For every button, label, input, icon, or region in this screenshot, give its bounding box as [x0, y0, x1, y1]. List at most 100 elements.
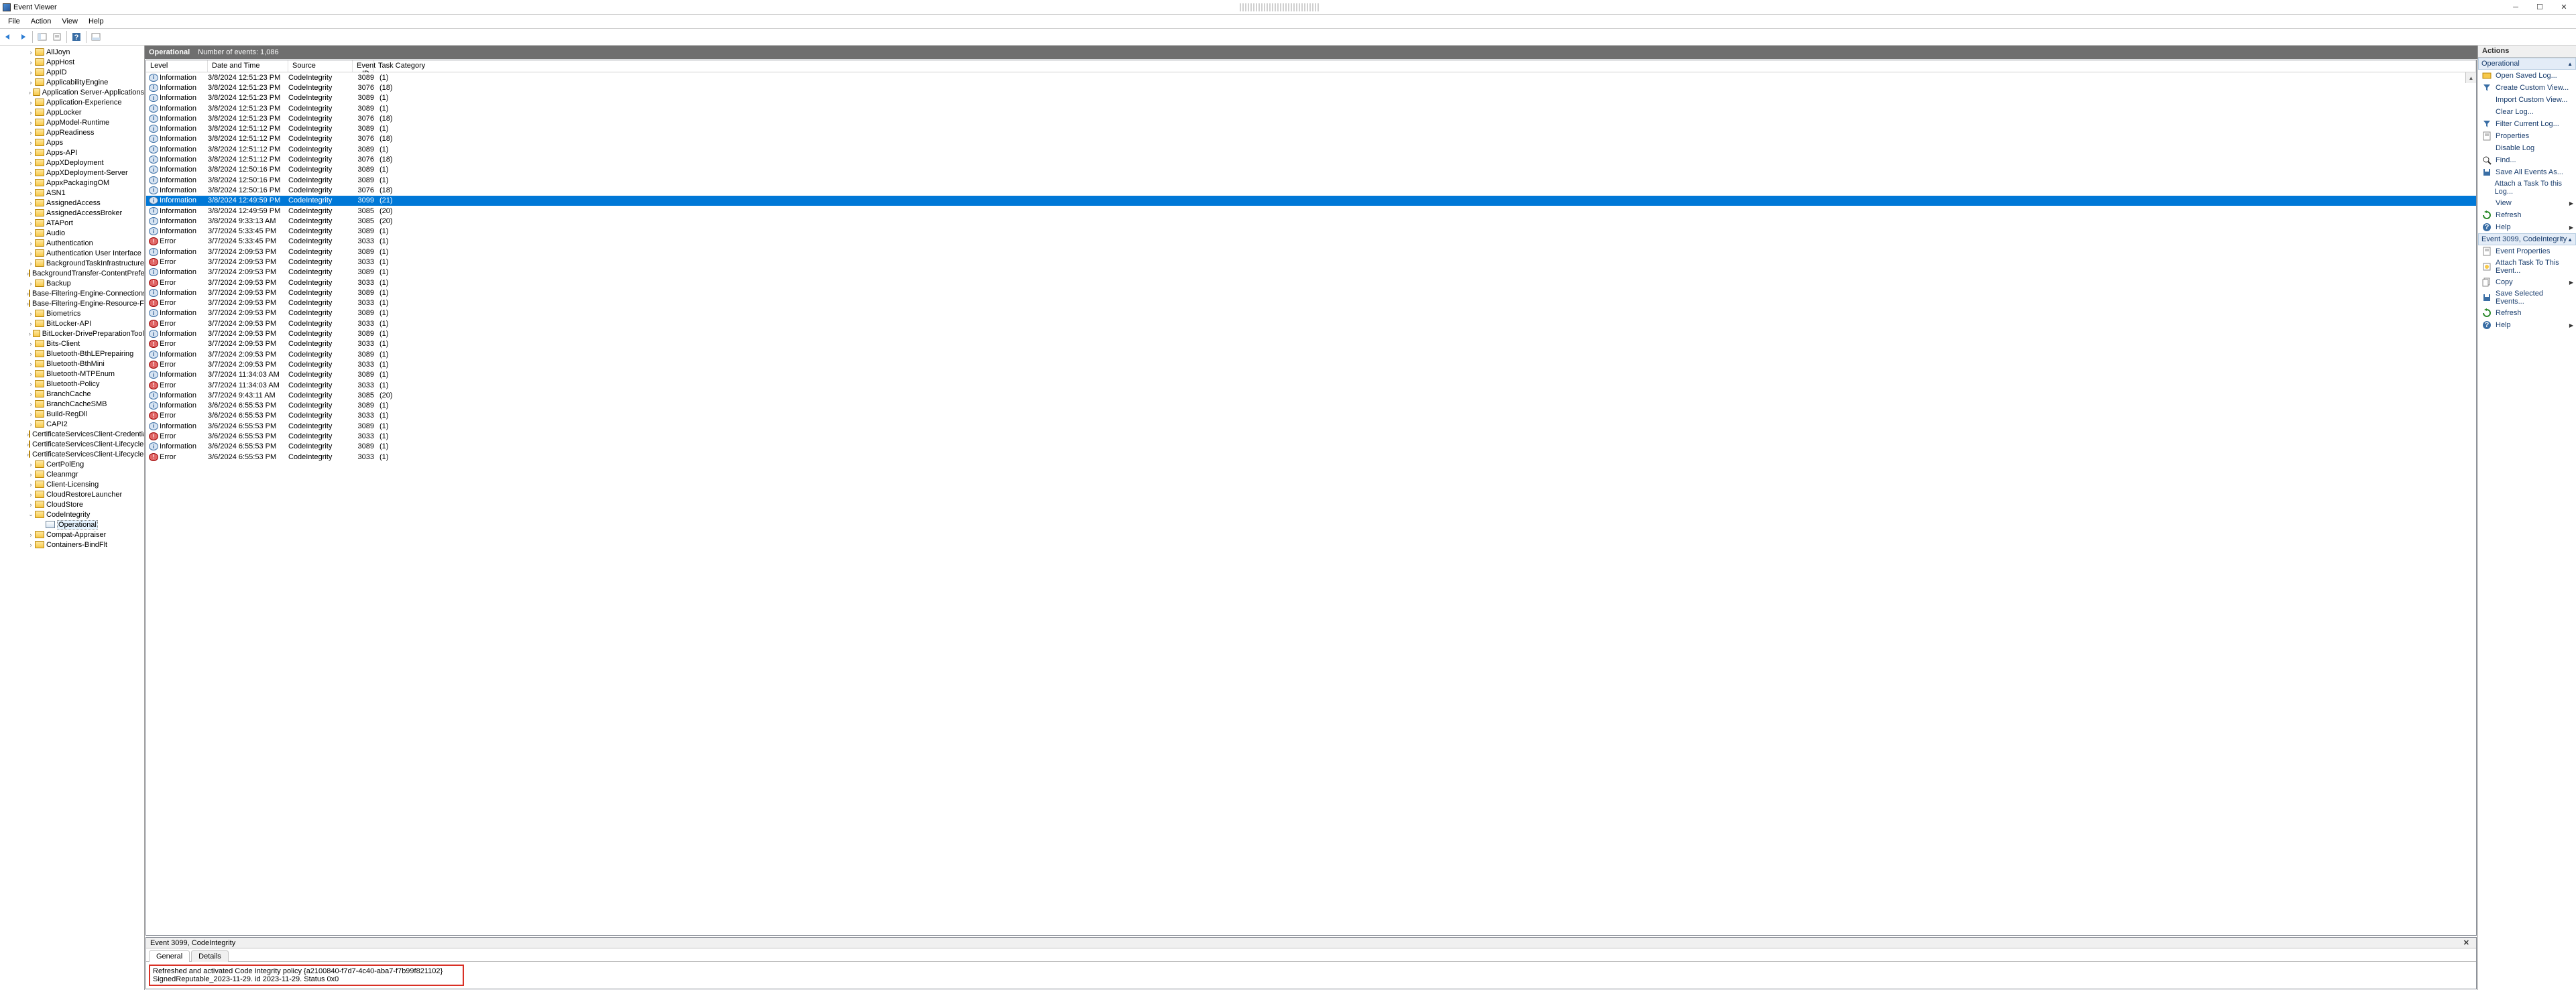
tree-item[interactable]: ›Application-Experience — [0, 97, 144, 107]
action-item[interactable]: Open Saved Log... — [2478, 70, 2576, 82]
tree-pane[interactable]: ›AllJoyn›AppHost›AppID›ApplicabilityEngi… — [0, 46, 145, 990]
chevron-right-icon[interactable]: › — [27, 381, 35, 387]
chevron-right-icon[interactable]: › — [27, 69, 35, 76]
properties-button[interactable] — [50, 30, 64, 44]
event-row[interactable]: iInformation3/7/2024 2:09:53 PMCodeInteg… — [146, 328, 2476, 338]
tree-item[interactable]: ›Authentication — [0, 238, 144, 248]
chevron-right-icon[interactable]: › — [27, 341, 35, 347]
event-row[interactable]: !Error3/7/2024 2:09:53 PMCodeIntegrity30… — [146, 318, 2476, 328]
tree-item[interactable]: ⌄CodeIntegrity — [0, 509, 144, 519]
chevron-right-icon[interactable]: › — [27, 170, 35, 176]
tree-item[interactable]: ›ASN1 — [0, 188, 144, 198]
tree-item[interactable]: ›AppxPackagingOM — [0, 178, 144, 188]
event-row[interactable]: !Error3/7/2024 2:09:53 PMCodeIntegrity30… — [146, 277, 2476, 288]
chevron-right-icon[interactable]: › — [27, 361, 35, 367]
chevron-right-icon[interactable]: › — [27, 160, 35, 166]
tree-item[interactable]: ›BranchCacheSMB — [0, 399, 144, 409]
chevron-right-icon[interactable]: › — [27, 220, 35, 227]
tree-item[interactable]: ›Base-Filtering-Engine-Connections — [0, 288, 144, 298]
tree-item[interactable]: ›BitLocker-DrivePreparationTool — [0, 328, 144, 338]
tree-item[interactable]: ›Cleanmgr — [0, 469, 144, 479]
back-button[interactable] — [1, 30, 15, 44]
chevron-right-icon[interactable]: › — [27, 330, 33, 337]
chevron-right-icon[interactable]: › — [27, 250, 35, 257]
chevron-right-icon[interactable]: › — [27, 240, 35, 247]
chevron-right-icon[interactable]: › — [27, 149, 35, 156]
action-item[interactable]: Refresh — [2478, 209, 2576, 221]
event-row[interactable]: iInformation3/8/2024 12:50:16 PMCodeInte… — [146, 185, 2476, 195]
tree-item[interactable]: ›Audio — [0, 228, 144, 238]
chevron-right-icon[interactable]: › — [27, 461, 35, 468]
chevron-right-icon[interactable]: › — [27, 180, 35, 186]
event-row[interactable]: iInformation3/8/2024 12:51:23 PMCodeInte… — [146, 113, 2476, 123]
maximize-button[interactable]: ☐ — [2528, 0, 2552, 15]
show-tree-button[interactable] — [36, 30, 49, 44]
event-row[interactable]: iInformation3/8/2024 12:51:23 PMCodeInte… — [146, 103, 2476, 113]
event-row[interactable]: iInformation3/7/2024 11:34:03 AMCodeInte… — [146, 370, 2476, 380]
event-row[interactable]: iInformation3/7/2024 2:09:53 PMCodeInteg… — [146, 247, 2476, 257]
chevron-right-icon[interactable]: › — [27, 421, 35, 428]
col-date[interactable]: Date and Time — [208, 60, 288, 72]
action-item[interactable]: Save Selected Events... — [2478, 288, 2576, 307]
tree-item[interactable]: ›Client-Licensing — [0, 479, 144, 489]
action-item[interactable]: ?Help▶ — [2478, 221, 2576, 233]
event-row[interactable]: !Error3/7/2024 2:09:53 PMCodeIntegrity30… — [146, 298, 2476, 308]
tree-item[interactable]: ›AppXDeployment — [0, 158, 144, 168]
tree-item[interactable]: ›Authentication User Interface — [0, 248, 144, 258]
chevron-right-icon[interactable]: › — [27, 280, 35, 287]
chevron-right-icon[interactable]: › — [27, 190, 35, 196]
chevron-right-icon[interactable]: › — [27, 59, 35, 66]
chevron-right-icon[interactable]: › — [27, 501, 35, 508]
event-row[interactable]: iInformation3/6/2024 6:55:53 PMCodeInteg… — [146, 442, 2476, 452]
tree-item[interactable]: ›AssignedAccess — [0, 198, 144, 208]
tree-item[interactable]: ›Bluetooth-BthMini — [0, 359, 144, 369]
preview-close-button[interactable]: ✕ — [2461, 938, 2472, 947]
event-row[interactable]: iInformation3/7/2024 2:09:53 PMCodeInteg… — [146, 288, 2476, 298]
chevron-right-icon[interactable]: › — [27, 391, 35, 397]
chevron-right-icon[interactable]: › — [27, 200, 35, 206]
forward-button[interactable] — [16, 30, 30, 44]
tree-item[interactable]: Operational — [0, 519, 144, 530]
chevron-right-icon[interactable]: › — [27, 401, 35, 408]
chevron-right-icon[interactable]: › — [27, 230, 35, 237]
tab-general[interactable]: General — [149, 950, 190, 962]
tree-item[interactable]: ›Compat-Appraiser — [0, 530, 144, 540]
action-item[interactable]: Copy▶ — [2478, 276, 2576, 288]
event-row[interactable]: !Error3/7/2024 2:09:53 PMCodeIntegrity30… — [146, 339, 2476, 349]
chevron-right-icon[interactable]: › — [27, 491, 35, 498]
tree-item[interactable]: ›Biometrics — [0, 308, 144, 318]
chevron-right-icon[interactable]: › — [27, 89, 33, 96]
menu-help[interactable]: Help — [83, 16, 109, 27]
event-row[interactable]: iInformation3/8/2024 12:51:23 PMCodeInte… — [146, 93, 2476, 103]
event-row[interactable]: iInformation3/8/2024 12:51:23 PMCodeInte… — [146, 72, 2476, 82]
close-button[interactable]: ✕ — [2552, 0, 2576, 15]
tree-item[interactable]: ›Containers-BindFlt — [0, 540, 144, 550]
tree-item[interactable]: ›Bluetooth-MTPEnum — [0, 369, 144, 379]
chevron-right-icon[interactable]: › — [27, 129, 35, 136]
action-item[interactable]: Save All Events As... — [2478, 166, 2576, 178]
chevron-right-icon[interactable]: › — [27, 411, 35, 418]
tree-item[interactable]: ›BitLocker-API — [0, 318, 144, 328]
event-row[interactable]: iInformation3/7/2024 2:09:53 PMCodeInteg… — [146, 308, 2476, 318]
event-row[interactable]: iInformation3/8/2024 9:33:13 AMCodeInteg… — [146, 216, 2476, 226]
tree-item[interactable]: ›Bits-Client — [0, 338, 144, 349]
event-rows[interactable]: iInformation3/8/2024 12:51:23 PMCodeInte… — [146, 72, 2476, 935]
event-row[interactable]: iInformation3/8/2024 12:50:16 PMCodeInte… — [146, 175, 2476, 185]
tree-item[interactable]: ›BranchCache — [0, 389, 144, 399]
actions-section-event[interactable]: Event 3099, CodeIntegrity▲ — [2478, 233, 2576, 245]
event-row[interactable]: iInformation3/8/2024 12:51:12 PMCodeInte… — [146, 154, 2476, 164]
chevron-right-icon[interactable]: › — [27, 320, 35, 327]
action-item[interactable]: ?Help▶ — [2478, 319, 2576, 331]
col-taskcat[interactable]: Task Category — [374, 60, 2476, 72]
help-button[interactable]: ? — [70, 30, 83, 44]
event-row[interactable]: iInformation3/8/2024 12:49:59 PMCodeInte… — [146, 196, 2476, 206]
col-level[interactable]: Level — [146, 60, 208, 72]
scroll-up-icon[interactable]: ▲ — [2465, 72, 2476, 83]
chevron-right-icon[interactable]: › — [27, 210, 35, 216]
chevron-right-icon[interactable]: › — [27, 139, 35, 146]
tree-item[interactable]: ›CAPI2 — [0, 419, 144, 429]
event-row[interactable]: iInformation3/6/2024 6:55:53 PMCodeInteg… — [146, 401, 2476, 411]
tree-item[interactable]: ›ApplicabilityEngine — [0, 77, 144, 87]
event-row[interactable]: iInformation3/8/2024 12:51:12 PMCodeInte… — [146, 123, 2476, 133]
chevron-right-icon[interactable]: › — [27, 109, 35, 116]
